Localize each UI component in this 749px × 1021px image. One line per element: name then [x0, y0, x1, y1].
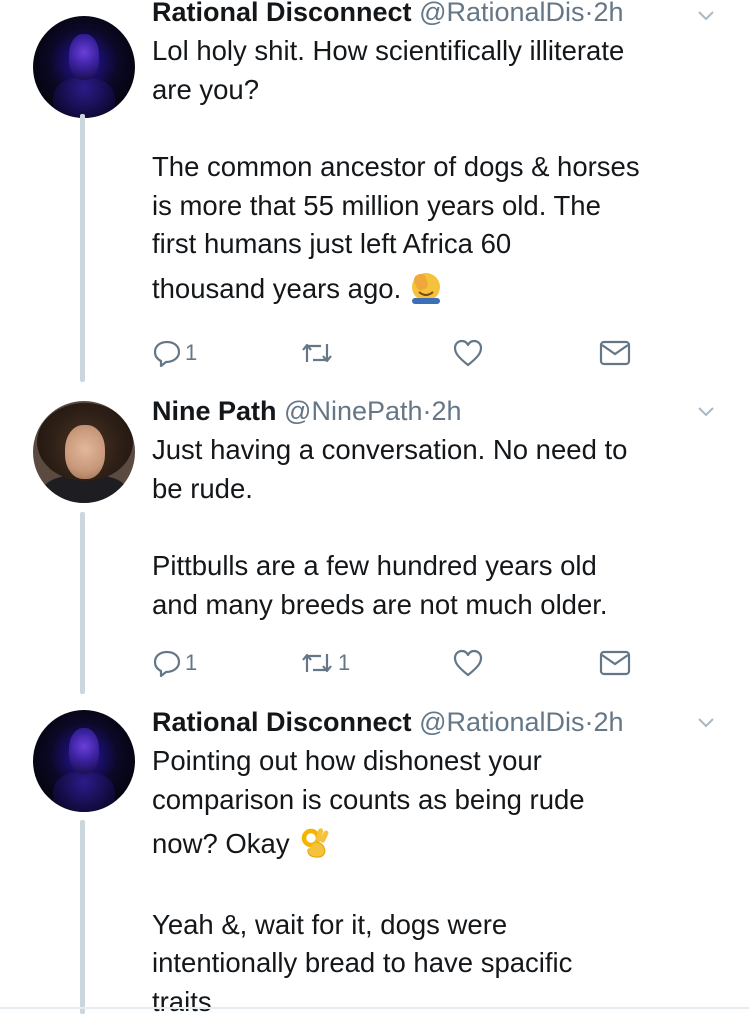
tweet-header: Rational Disconnect @RationalDis·2h — [152, 0, 624, 28]
heart-icon — [452, 338, 484, 368]
reply-icon — [152, 338, 182, 368]
tweet-text: Pointing out how dishonest your comparis… — [152, 742, 732, 1021]
retweet-button[interactable] — [299, 336, 338, 370]
user-handle[interactable]: @NinePath — [284, 396, 422, 426]
reply-button[interactable]: 1 — [152, 646, 197, 680]
text-line: Lol holy shit. How scientifically illite… — [152, 32, 732, 71]
envelope-icon — [599, 339, 631, 367]
avatar[interactable] — [33, 16, 135, 118]
text-line: and many breeds are not much older. — [152, 586, 732, 625]
reply-count: 1 — [185, 650, 197, 676]
timestamp[interactable]: 2h — [432, 396, 462, 426]
retweet-icon — [299, 338, 335, 368]
text-line: first humans just left Africa 60 — [152, 225, 732, 264]
avatar[interactable] — [33, 710, 135, 812]
ok-hand-emoji-icon — [298, 825, 332, 859]
reply-count: 1 — [185, 340, 197, 366]
text-line: Just having a conversation. No need to — [152, 431, 732, 470]
tweet-actions: 1 — [152, 336, 642, 370]
text-line: Yeah &, wait for it, dogs were — [152, 906, 732, 945]
screen-bottom-edge — [0, 1007, 749, 1009]
face-palm-emoji-icon — [409, 270, 443, 304]
display-name[interactable]: Rational Disconnect — [152, 0, 412, 27]
direct-message-button[interactable] — [599, 336, 631, 370]
like-button[interactable] — [452, 646, 484, 680]
tweet-actions: 1 1 — [152, 646, 642, 680]
tweet-text: Lol holy shit. How scientifically illite… — [152, 32, 732, 308]
separator-dot: · — [423, 396, 432, 426]
tweet-text: Just having a conversation. No need to b… — [152, 431, 732, 624]
timestamp[interactable]: 2h — [594, 707, 624, 737]
text-line: are you? — [152, 71, 732, 110]
retweet-icon — [299, 648, 335, 678]
like-button[interactable] — [452, 336, 484, 370]
envelope-icon — [599, 649, 631, 677]
text-line: be rude. — [152, 470, 732, 509]
separator-dot: · — [585, 0, 594, 27]
user-handle[interactable]: @RationalDis — [419, 707, 584, 737]
heart-icon — [452, 648, 484, 678]
chevron-down-icon[interactable] — [696, 402, 716, 422]
text-line: The common ancestor of dogs & horses — [152, 148, 732, 187]
direct-message-button[interactable] — [599, 646, 631, 680]
text-line: is more that 55 million years old. The — [152, 187, 732, 226]
separator-dot: · — [585, 707, 594, 737]
text-line: Pittbulls are a few hundred years old — [152, 547, 732, 586]
timestamp[interactable]: 2h — [594, 0, 624, 27]
text-line: intentionally bread to have spacific — [152, 944, 732, 983]
avatar[interactable] — [33, 401, 135, 503]
chevron-down-icon[interactable] — [696, 6, 716, 26]
text-line: comparison is counts as being rude — [152, 781, 732, 820]
text-line: thousand years ago. — [152, 273, 401, 304]
tweet-header: Rational Disconnect @RationalDis·2h — [152, 706, 624, 738]
text-line: Pointing out how dishonest your — [152, 742, 732, 781]
display-name[interactable]: Nine Path — [152, 396, 277, 426]
text-line: traits — [152, 983, 732, 1021]
tweet-header: Nine Path @NinePath·2h — [152, 395, 462, 427]
reply-button[interactable]: 1 — [152, 336, 197, 370]
retweet-count: 1 — [338, 650, 350, 676]
text-line: now? Okay — [152, 828, 290, 859]
user-handle[interactable]: @RationalDis — [419, 0, 584, 27]
retweet-button[interactable]: 1 — [299, 646, 350, 680]
thread-line — [80, 820, 85, 1014]
display-name[interactable]: Rational Disconnect — [152, 707, 412, 737]
thread-line — [80, 512, 85, 694]
thread-line — [80, 114, 85, 382]
reply-icon — [152, 648, 182, 678]
chevron-down-icon[interactable] — [696, 713, 716, 733]
